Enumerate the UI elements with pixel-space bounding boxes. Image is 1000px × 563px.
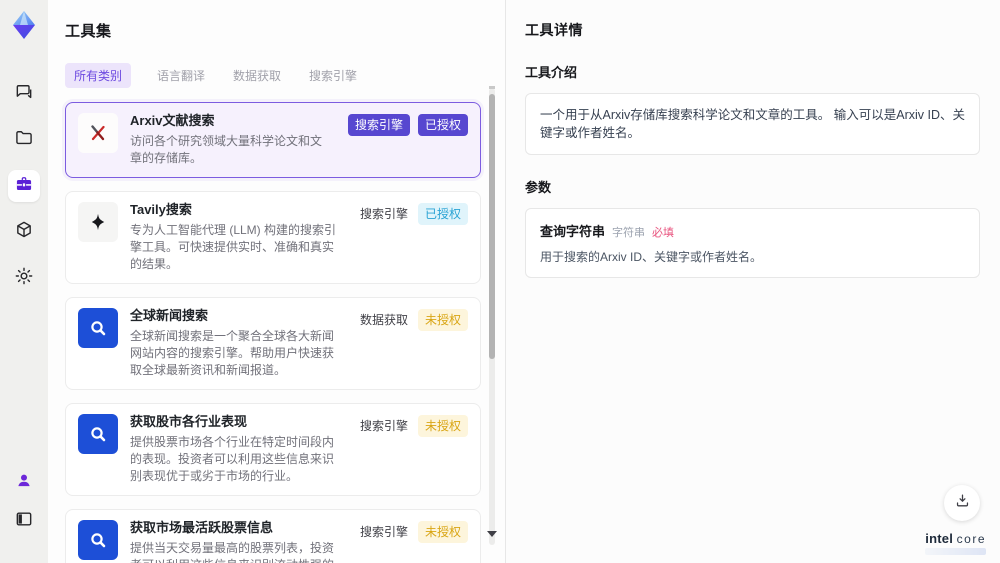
tool-description: 提供当天交易量最高的股票列表，投资者可以利用这些信息来识别流动性强的股票和潜在的… [130, 541, 335, 563]
param-name: 查询字符串 [540, 224, 606, 239]
intel-core-logo: intel core [925, 531, 986, 555]
app-logo-gem-icon [7, 8, 41, 42]
blue-search-icon [78, 414, 118, 454]
auth-status-badge: 已授权 [417, 114, 468, 136]
detail-title: 工具详情 [525, 22, 583, 38]
chat-icon [14, 82, 34, 107]
tool-description: 访问各个研究领域大量科学论文和文章的存储库。 [130, 134, 323, 165]
auth-status-badge: 未授权 [417, 309, 468, 331]
tool-card-arxiv[interactable]: Arxiv文献搜索 访问各个研究领域大量科学论文和文章的存储库。 搜索引擎 已授… [65, 102, 481, 178]
app-window: 工具集 所有类别 语言翻译 数据获取 搜索引擎 Arxiv文献搜索 访问各个研究… [0, 0, 1000, 563]
param-required-flag: 必填 [652, 227, 675, 239]
tool-card-global-news[interactable]: 全球新闻搜索 全球新闻搜索是一个聚合全球各大新闻网站内容的搜索引擎。帮助用户快速… [65, 297, 481, 390]
tool-name: 获取股市各行业表现 [130, 414, 248, 429]
scrollbar-up-arrow[interactable] [489, 86, 495, 89]
scrollbar-thumb[interactable] [489, 94, 495, 360]
sidebar-item-chat[interactable] [8, 78, 40, 110]
tool-list-panel: 工具集 所有类别 语言翻译 数据获取 搜索引擎 Arxiv文献搜索 访问各个研究… [48, 0, 505, 563]
auth-status-badge: 已授权 [417, 203, 468, 225]
tool-description: 专为人工智能代理 (LLM) 构建的搜索引擎工具。可快速提供实时、准确和真实的结… [130, 223, 337, 271]
panel-toggle-icon [14, 509, 34, 534]
user-avatar-icon [14, 471, 34, 496]
tool-name: 获取市场最活跃股票信息 [130, 520, 274, 535]
page-title: 工具集 [65, 23, 112, 40]
category-tabs: 所有类别 语言翻译 数据获取 搜索引擎 [65, 63, 481, 88]
gear-icon [14, 266, 34, 291]
list-scrollbar[interactable] [487, 86, 497, 545]
tool-intro-text: 一个用于从Arxiv存储库搜索科学论文和文章的工具。 输入可以是Arxiv ID… [540, 108, 966, 140]
param-box: 查询字符串 字符串 必填 用于搜索的Arxiv ID、关键字或作者姓名。 [525, 208, 980, 278]
params-heading: 参数 [525, 180, 552, 195]
intro-box: 一个用于从Arxiv存储库搜索科学论文和文章的工具。 输入可以是Arxiv ID… [525, 93, 980, 155]
category-badge: 搜索引擎 [359, 419, 408, 433]
intel-ultra-gradient [925, 548, 986, 555]
tool-name: 全球新闻搜索 [130, 308, 209, 323]
tool-card-active-stocks[interactable]: 获取市场最活跃股票信息 提供当天交易量最高的股票列表，投资者可以利用这些信息来识… [65, 509, 481, 563]
sidebar-item-models[interactable] [8, 216, 40, 248]
tool-detail-panel: 工具详情 工具介绍 一个用于从Arxiv存储库搜索科学论文和文章的工具。 输入可… [505, 0, 1000, 563]
sidebar-item-profile[interactable] [8, 467, 40, 499]
intro-heading: 工具介绍 [525, 65, 578, 80]
download-icon [954, 492, 971, 514]
four-point-star-icon [78, 202, 118, 242]
sidebar-item-toolbox[interactable] [8, 170, 40, 202]
brand-core: core [956, 532, 986, 546]
tool-name: Tavily搜索 [130, 202, 192, 217]
auth-status-badge: 未授权 [417, 415, 468, 437]
folder-icon [14, 128, 34, 153]
sidebar-item-files[interactable] [8, 124, 40, 156]
param-type: 字符串 [612, 227, 646, 239]
category-badge: 搜索引擎 [359, 207, 408, 221]
tool-card-sector-performance[interactable]: 获取股市各行业表现 提供股票市场各个行业在特定时间段内的表现。投资者可以利用这些… [65, 403, 481, 496]
tab-search-engine[interactable]: 搜索引擎 [307, 63, 359, 88]
scrollbar-down-arrow-icon[interactable] [487, 531, 497, 537]
arxiv-x-icon [78, 113, 118, 153]
tab-all-categories[interactable]: 所有类别 [65, 63, 132, 88]
tab-data-fetch[interactable]: 数据获取 [231, 63, 283, 88]
tool-card-tavily[interactable]: Tavily搜索 专为人工智能代理 (LLM) 构建的搜索引擎工具。可快速提供实… [65, 191, 481, 284]
sidebar-item-settings[interactable] [8, 262, 40, 294]
package-cube-icon [14, 220, 34, 245]
tab-translation[interactable]: 语言翻译 [155, 63, 207, 88]
blue-search-icon [78, 520, 118, 560]
blue-search-icon [78, 308, 118, 348]
tool-description: 全球新闻搜索是一个聚合全球各大新闻网站内容的搜索引擎。帮助用户快速获取全球最新资… [130, 329, 335, 377]
sidebar-item-panel-toggle[interactable] [8, 505, 40, 537]
auth-status-badge: 未授权 [417, 521, 468, 543]
download-button[interactable] [944, 485, 980, 521]
toolbox-icon [14, 174, 34, 199]
tool-name: Arxiv文献搜索 [130, 113, 215, 128]
category-badge: 数据获取 [359, 313, 408, 327]
brand-intel: intel [925, 531, 954, 546]
category-badge: 搜索引擎 [347, 114, 410, 136]
icon-rail [0, 0, 48, 563]
category-badge: 搜索引擎 [359, 525, 408, 539]
param-description: 用于搜索的Arxiv ID、关键字或作者姓名。 [540, 250, 763, 264]
tool-description: 提供股票市场各个行业在特定时间段内的表现。投资者可以利用这些信息来识别表现优于或… [130, 435, 335, 483]
